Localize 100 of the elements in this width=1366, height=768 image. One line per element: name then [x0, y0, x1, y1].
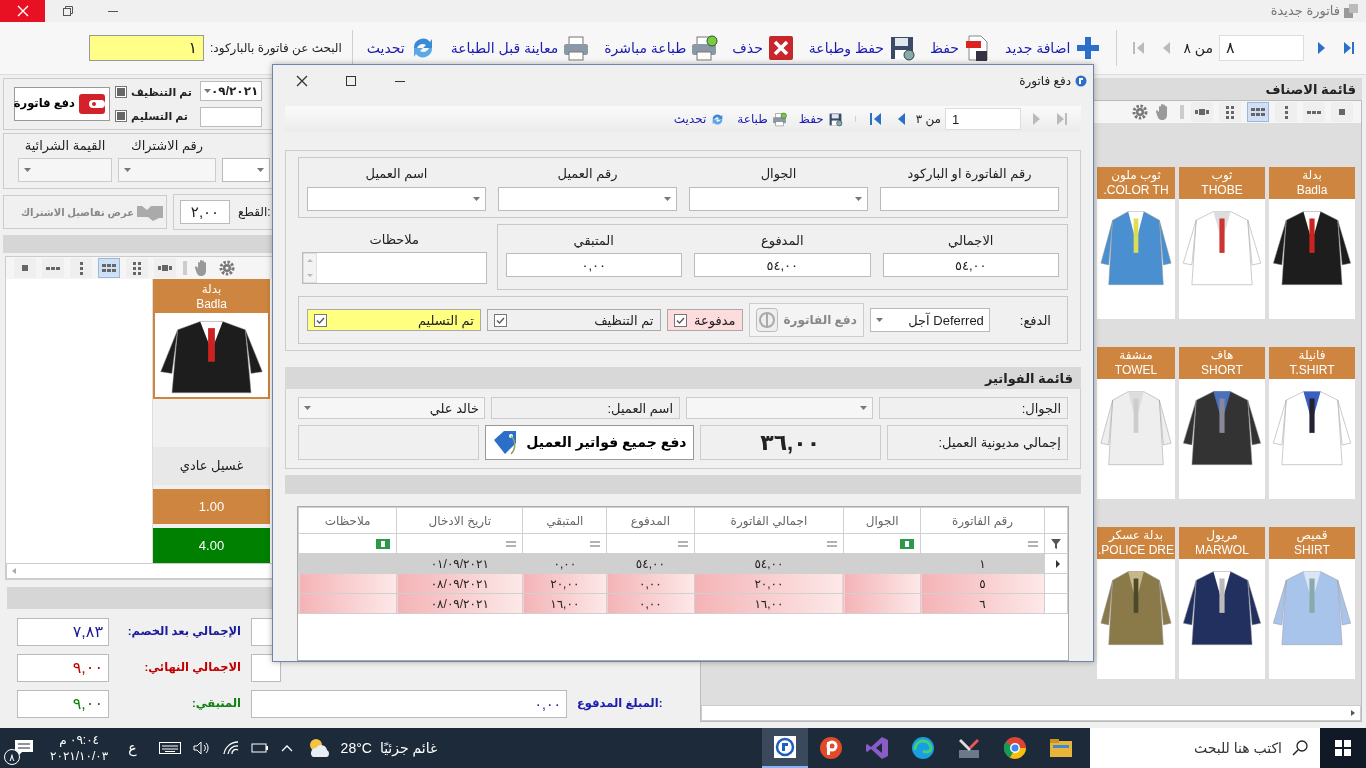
view-mode-button[interactable] [126, 258, 148, 278]
checkbox-icon [673, 313, 687, 327]
item-name: Badla [1295, 183, 1329, 198]
view-mode-button[interactable] [1331, 102, 1353, 122]
checkbox-field[interactable]: تم التسليم [307, 309, 481, 332]
checkbox-field[interactable]: تم التنظيف [486, 309, 661, 332]
view-mode-button[interactable] [154, 258, 176, 278]
maximize-icon [345, 75, 356, 86]
view-mode-button[interactable] [14, 258, 36, 278]
filter-cell[interactable] [920, 533, 1045, 554]
filter-cell[interactable] [396, 533, 523, 554]
delete-icon [766, 34, 795, 62]
dropdown-caret-icon [257, 168, 264, 172]
delete-button[interactable]: حذف [728, 32, 799, 64]
date-field[interactable]: ٠٩/٢٠٢١ [200, 81, 262, 101]
checkbox[interactable] [115, 85, 127, 98]
layout-icon [102, 264, 116, 272]
view-mode-button[interactable] [98, 258, 120, 278]
barcode-field[interactable]: ١ [89, 35, 204, 61]
column-header[interactable]: الجوال [843, 507, 921, 534]
save-button[interactable]: حفظ وطباعة [804, 32, 920, 64]
start-button[interactable] [1320, 728, 1366, 768]
window-title: فاتورة جديدة [1270, 2, 1340, 21]
filter-cell[interactable] [843, 533, 921, 554]
price-button[interactable]: 4.00 [153, 528, 270, 563]
pay-all-button[interactable]: دفع جميع فواتير العميل [485, 425, 694, 461]
notes-field[interactable] [302, 252, 487, 285]
view-mode-button[interactable] [1303, 102, 1325, 122]
print-button[interactable]: طباعة مباشرة [600, 32, 723, 64]
column-header[interactable]: المدفوع [606, 507, 695, 534]
restore-icon [62, 6, 73, 16]
dropdown-field[interactable] [307, 186, 486, 211]
column-header[interactable]: ملاحظات [298, 507, 397, 534]
printer-icon [771, 111, 787, 127]
item-name: هاف [1209, 348, 1235, 363]
search-placeholder: اكتب هنا للبحث [1193, 738, 1282, 758]
print-button[interactable]: معاينة قبل الطباعة [446, 32, 595, 64]
dropdown-caret-icon [473, 196, 480, 201]
taskbar-app[interactable] [762, 728, 808, 768]
filter-cell[interactable] [694, 533, 844, 554]
dropdown-field[interactable] [498, 186, 677, 211]
wifi-icon [222, 741, 239, 755]
filter-cell[interactable] [606, 533, 695, 554]
app-icon [773, 735, 797, 759]
column-header[interactable]: رقم الفاتورة [920, 507, 1045, 534]
weather-text: غائم جزئيًا [379, 738, 438, 759]
amount-field[interactable]: ٥٤,٠٠ [694, 253, 871, 278]
filter-cell[interactable] [522, 533, 607, 554]
print-button[interactable]: طباعة [733, 108, 791, 131]
barcode-field[interactable] [880, 186, 1059, 211]
arrow-left-icon [1130, 39, 1147, 57]
save-button[interactable]: حفظ [794, 108, 847, 131]
amount-field[interactable]: ٠,٠٠ [505, 253, 682, 278]
dropdown-field[interactable] [689, 186, 868, 211]
amount-field: ٩,٠٠ [17, 690, 109, 718]
search-field[interactable]: اكتب هنا للبحث [1090, 728, 1320, 768]
field-label: المدفوع [759, 231, 805, 251]
dropdown-field[interactable] [18, 158, 112, 182]
printer-icon [562, 34, 591, 62]
customer-dropdown[interactable]: خالد علي [298, 397, 485, 420]
app-icon [819, 736, 843, 760]
layout-icon [1284, 105, 1288, 119]
amount-field[interactable]: ٥٤,٠٠ [882, 253, 1059, 278]
view-mode-button[interactable] [1219, 102, 1241, 122]
dropdown-field[interactable] [222, 158, 270, 182]
horizontal-scrollbar[interactable] [701, 705, 1361, 721]
column-header[interactable]: اجمالي الفاتورة [694, 507, 844, 534]
add-button[interactable]: اضافة جديد [1001, 32, 1107, 64]
debt-amount: ٣٦,٠٠ [699, 425, 881, 461]
table-cell: ٥٤,٠٠ [606, 553, 695, 574]
item-name: .POLICE DRE [1097, 543, 1175, 558]
search-icon [1292, 740, 1308, 756]
column-header[interactable]: تاريخ الادخال [396, 507, 523, 534]
column-header[interactable]: المتبقي [522, 507, 607, 534]
checkbox[interactable] [115, 110, 127, 123]
pay-invoice-button[interactable]: دفع فاتورة [14, 87, 110, 121]
input-field[interactable] [200, 107, 262, 127]
app-icon [1075, 74, 1087, 87]
layout-icon [79, 261, 83, 275]
view-mode-button[interactable] [1191, 102, 1213, 122]
temperature: 28°C [340, 738, 372, 758]
paid-amount-field[interactable]: ٠,٠٠ [251, 690, 567, 718]
dropdown-caret-icon [204, 89, 211, 93]
save-button[interactable]: حفظ [926, 32, 996, 64]
view-mode-button[interactable] [1247, 102, 1269, 122]
payment-dropdown[interactable]: Deferred آجل [869, 308, 990, 333]
checkbox-field[interactable]: مدفوعة [666, 309, 743, 332]
view-mode-button[interactable] [42, 258, 64, 278]
view-mode-button[interactable] [1275, 102, 1297, 122]
filter-cell[interactable] [298, 533, 397, 554]
position-field[interactable]: ٨ [1219, 35, 1304, 61]
position-field[interactable]: 1 [945, 108, 1021, 131]
item-name: فانيلة [1297, 348, 1327, 363]
view-mode-button[interactable] [70, 258, 92, 278]
language-indicator[interactable]: ع [128, 737, 137, 759]
refresh-button[interactable]: تحديث [362, 32, 441, 64]
layout-icon [1339, 109, 1345, 115]
pieces-field[interactable]: ٢,٠٠ [180, 200, 230, 224]
dropdown-field[interactable] [118, 158, 216, 182]
refresh-button[interactable]: تحديث [669, 108, 730, 131]
